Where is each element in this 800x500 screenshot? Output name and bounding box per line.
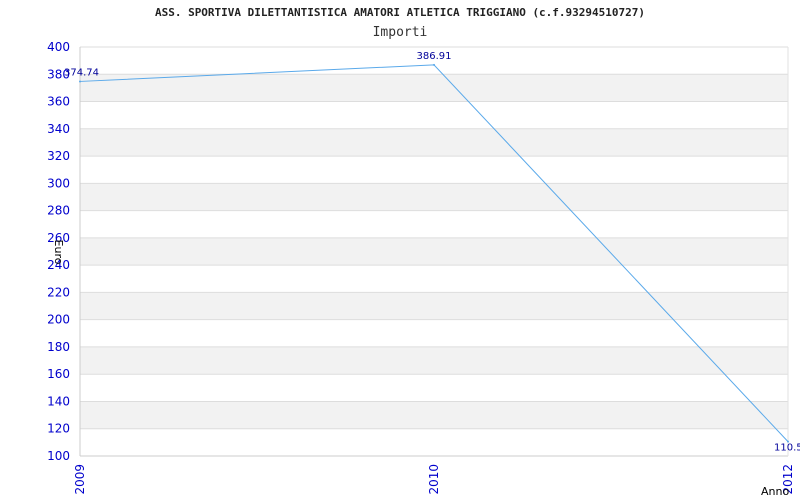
grid-band bbox=[80, 401, 788, 429]
x-axis-ticks: 2009 2010 2012 bbox=[73, 464, 795, 495]
line-chart: 1001201401601802002202402602803003203403… bbox=[47, 40, 800, 498]
grid-band bbox=[80, 292, 788, 320]
grid-band bbox=[80, 265, 788, 293]
grid-band bbox=[80, 74, 788, 102]
y-tick-label: 120 bbox=[47, 422, 70, 436]
y-tick-label: 140 bbox=[47, 394, 70, 408]
y-tick-label: 280 bbox=[47, 204, 70, 218]
grid-bands bbox=[80, 47, 788, 456]
y-tick-label: 340 bbox=[47, 122, 70, 136]
data-label: 386.91 bbox=[417, 51, 452, 62]
grid-band bbox=[80, 101, 788, 129]
grid-band bbox=[80, 319, 788, 347]
y-tick-label: 160 bbox=[47, 367, 70, 381]
grid-band bbox=[80, 346, 788, 375]
y-axis-label: Euro bbox=[52, 240, 65, 265]
data-label: 110.56 bbox=[774, 443, 800, 454]
y-tick-label: 100 bbox=[47, 449, 70, 463]
grid-band bbox=[80, 183, 788, 211]
y-tick-label: 360 bbox=[47, 95, 70, 109]
data-point bbox=[79, 80, 81, 83]
x-tick-label: 2010 bbox=[427, 464, 441, 495]
y-tick-label: 320 bbox=[47, 149, 70, 163]
grid-band bbox=[80, 428, 788, 456]
y-tick-label: 400 bbox=[47, 40, 70, 54]
y-tick-label: 220 bbox=[47, 285, 70, 299]
grid-band bbox=[80, 210, 788, 238]
grid-band bbox=[80, 128, 788, 157]
y-tick-label: 300 bbox=[47, 176, 70, 190]
x-tick-label: 2009 bbox=[73, 464, 87, 495]
data-point bbox=[433, 63, 435, 66]
grid-band bbox=[80, 156, 788, 184]
data-label: 374.74 bbox=[64, 67, 99, 78]
y-tick-label: 180 bbox=[47, 340, 70, 354]
grid-band bbox=[80, 237, 788, 266]
y-tick-label: 200 bbox=[47, 313, 70, 327]
x-axis-label: Anno bbox=[761, 485, 789, 498]
grid-band bbox=[80, 374, 788, 402]
